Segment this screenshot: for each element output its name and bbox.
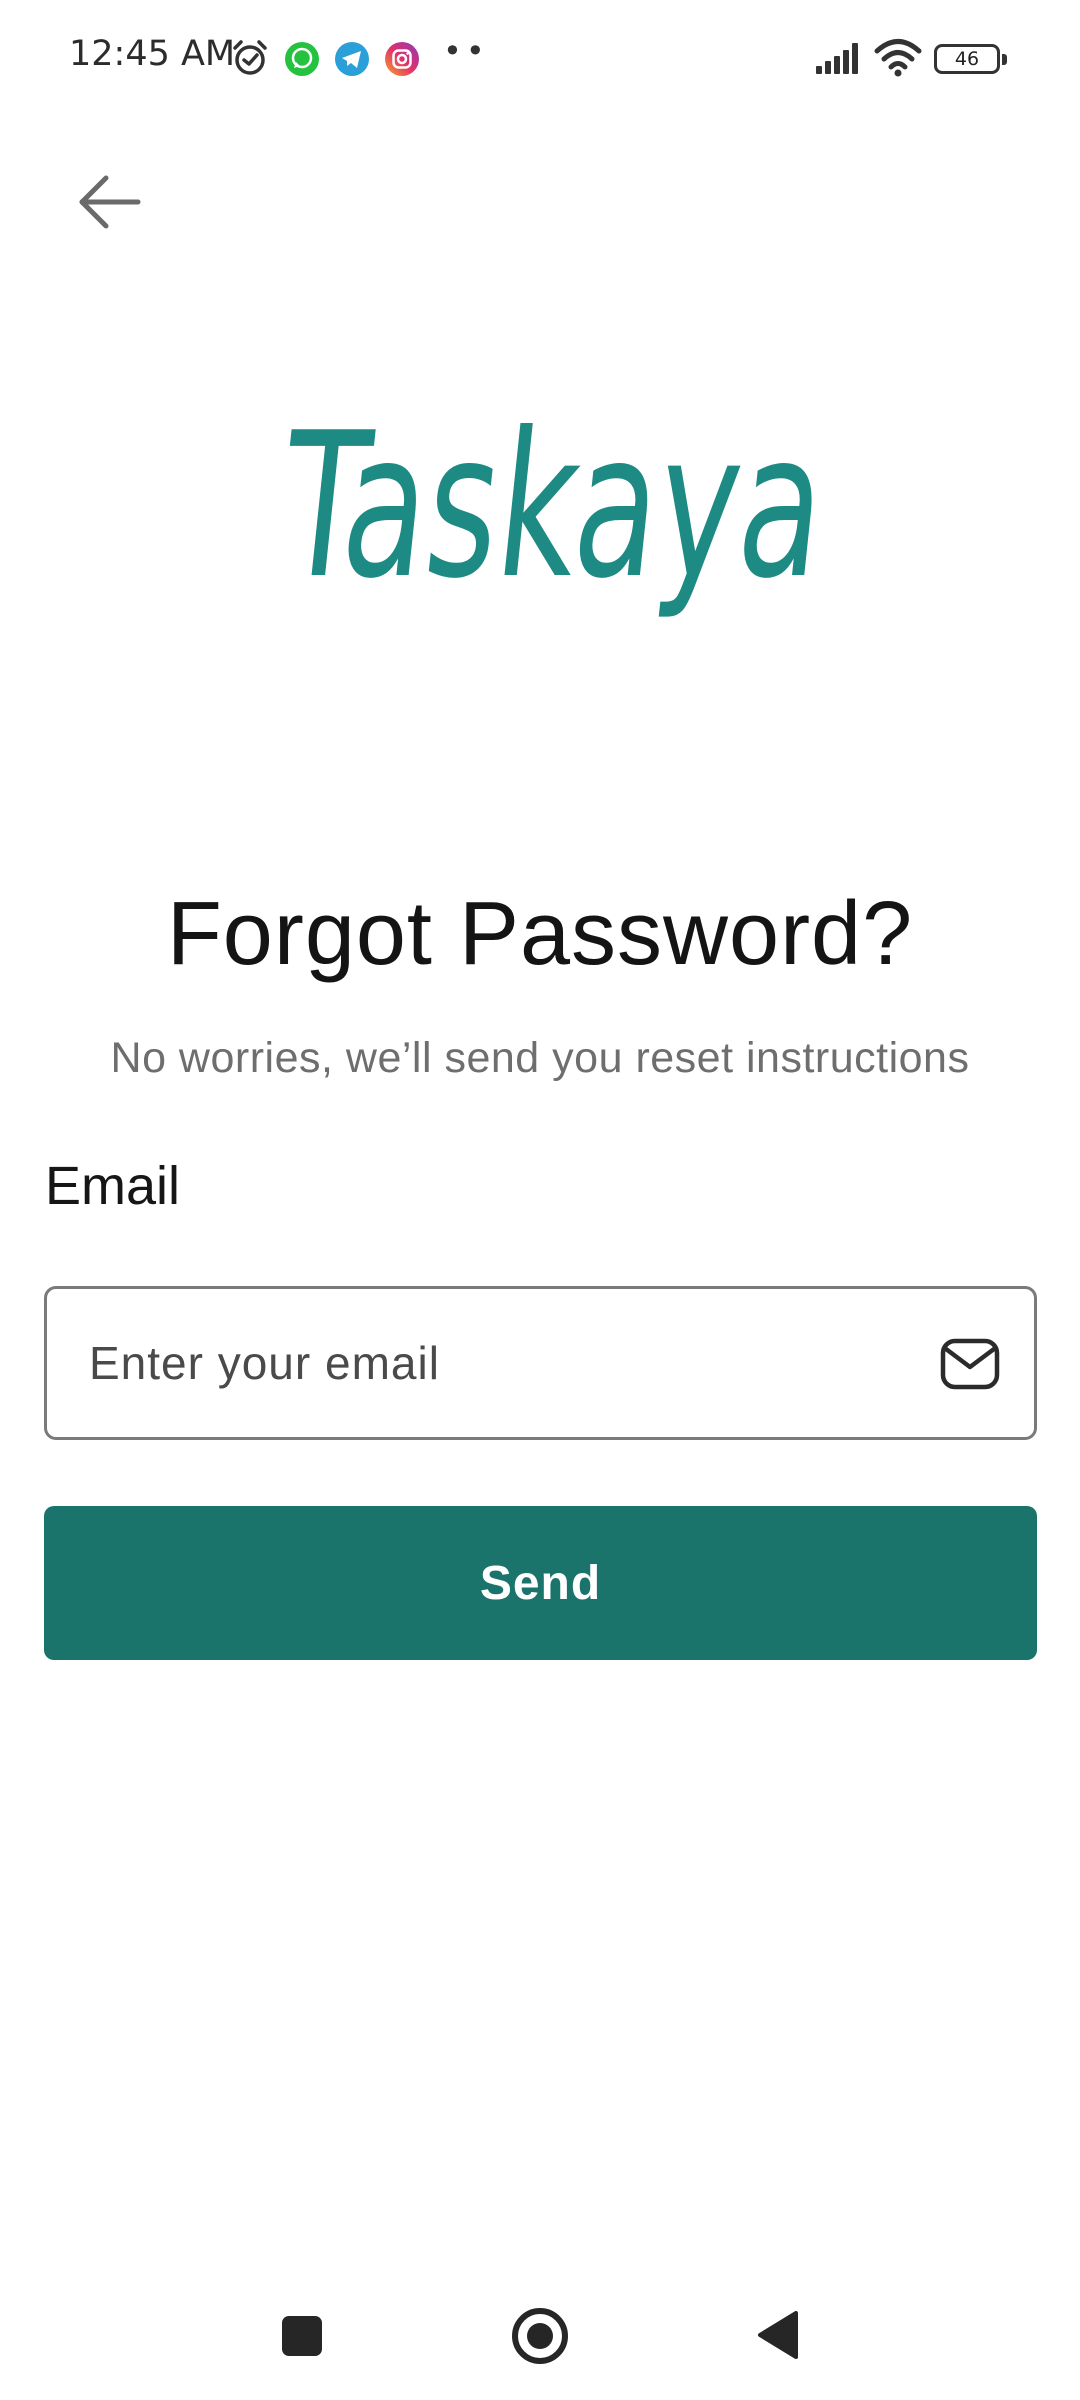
home-button[interactable] (510, 2306, 570, 2366)
page-subtitle: No worries, we’ll send you reset instruc… (110, 1034, 970, 1082)
telegram-icon (335, 42, 369, 76)
logo-text: Taskaya (271, 410, 834, 623)
wifi-icon (874, 39, 922, 77)
system-navigation-bar (0, 2290, 1080, 2380)
instagram-icon (385, 42, 419, 76)
email-field-container[interactable] (44, 1286, 1037, 1440)
email-input[interactable] (89, 1289, 949, 1437)
battery-indicator: 46 (934, 44, 1007, 74)
status-bar: 12:45 AM •• 46 (0, 0, 1080, 118)
arrow-left-icon (79, 175, 141, 229)
whatsapp-icon (285, 42, 319, 76)
send-button[interactable]: Send (44, 1506, 1037, 1660)
status-time: 12:45 AM (69, 34, 236, 74)
alarm-icon (233, 40, 267, 75)
page-title: Forgot Password? (166, 884, 914, 984)
recents-button[interactable] (282, 2316, 322, 2356)
nav-back-button[interactable] (756, 2310, 800, 2360)
back-button[interactable] (62, 160, 158, 244)
email-label: Email (45, 1156, 181, 1216)
more-notifications-indicator: •• (443, 32, 489, 70)
battery-level: 46 (954, 48, 980, 70)
taskaya-logo: Taskaya (271, 410, 834, 623)
mail-icon (940, 1338, 1000, 1390)
signal-icon (816, 43, 858, 74)
